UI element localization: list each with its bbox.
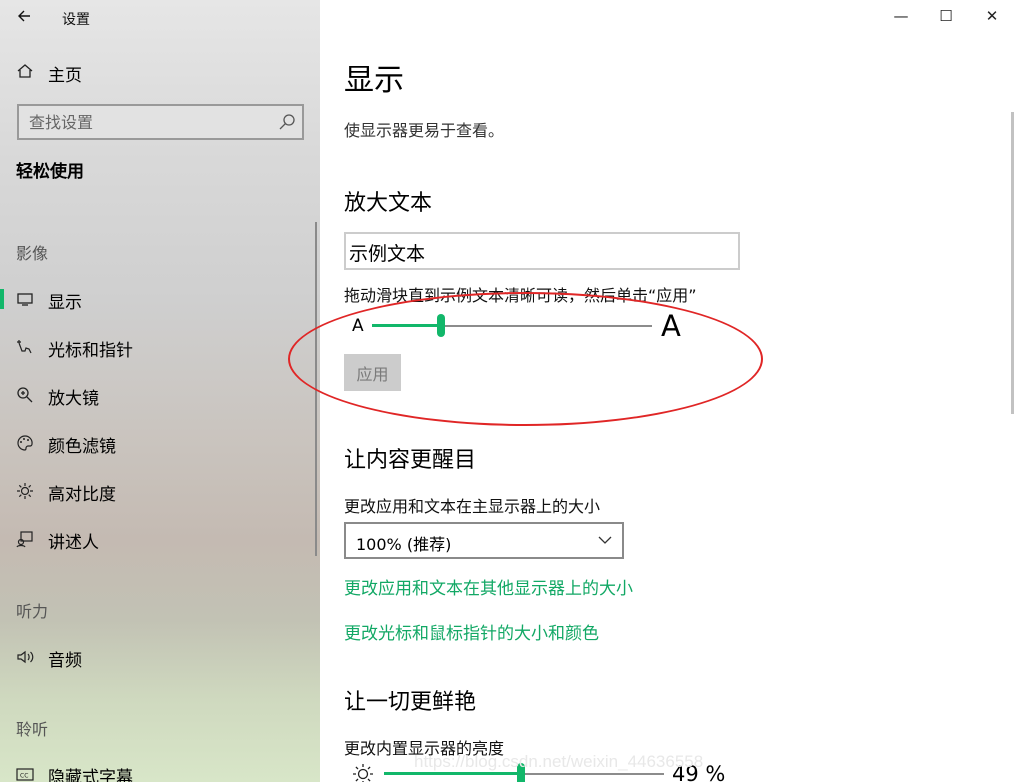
heading-make-brighter: 让一切更鲜艳 [344, 690, 477, 715]
narrator-icon [16, 531, 33, 548]
sun-contrast-icon [17, 483, 33, 499]
scale-dropdown[interactable]: 100% (推荐) [344, 522, 624, 559]
large-a-label: A [661, 309, 681, 343]
sidebar-item-label: 音频 [48, 651, 82, 671]
closed-captions-icon: CC [16, 768, 34, 781]
sidebar-item-label: 显示 [48, 293, 82, 313]
heading-enlarge-text: 放大文本 [344, 191, 433, 216]
sidebar-item-home[interactable]: 主页 [0, 54, 320, 90]
sidebar-scrollbar[interactable] [315, 222, 317, 556]
group-label-hearing: 听力 [16, 602, 49, 621]
minimize-button[interactable]: — [878, 0, 924, 32]
title-bar: 设置 [0, 0, 320, 38]
search-icon[interactable] [278, 113, 296, 131]
search-input[interactable] [19, 106, 269, 138]
sidebar: 设置 主页 轻松使用 影像 显示 光标和指针 放大镜 颜色滤镜 高对比度 讲述人… [0, 0, 320, 782]
active-indicator [0, 289, 4, 309]
speaker-icon [17, 650, 34, 664]
text-size-slider-fill [372, 324, 440, 327]
arrow-left-icon [18, 10, 30, 22]
scale-dropdown-value: 100% (推荐) [356, 535, 452, 554]
brightness-slider-fill [384, 772, 520, 775]
svg-text:CC: CC [20, 773, 28, 780]
magnifier-icon [17, 387, 33, 403]
sample-text-box: 示例文本 [344, 232, 740, 270]
sidebar-item-label: 光标和指针 [48, 341, 133, 361]
apply-button[interactable]: 应用 [344, 354, 401, 391]
search-field[interactable] [17, 104, 304, 140]
monitor-icon [17, 293, 33, 306]
sidebar-item-label: 放大镜 [48, 389, 99, 409]
maximize-button[interactable]: ☐ [923, 0, 969, 32]
main-panel: — ☐ ✕ 显示 使显示器更易于查看。 放大文本 示例文本 拖动滑块直到示例文本… [288, 0, 1015, 782]
sidebar-item-label: 颜色滤镜 [48, 437, 116, 457]
sidebar-item-cursor[interactable]: 光标和指针 [0, 327, 316, 367]
home-icon [17, 64, 33, 78]
slider-instruction: 拖动滑块直到示例文本清晰可读，然后单击“应用” [344, 286, 697, 305]
heading-make-bigger: 让内容更醒目 [344, 448, 477, 473]
main-scrollbar[interactable] [1011, 112, 1014, 414]
group-label-vision: 影像 [16, 244, 49, 263]
small-a-label: A [352, 316, 364, 336]
back-button[interactable] [12, 4, 36, 28]
sidebar-item-high-contrast[interactable]: 高对比度 [0, 471, 316, 511]
sample-text: 示例文本 [349, 243, 426, 265]
link-other-displays[interactable]: 更改应用和文本在其他显示器上的大小 [344, 574, 633, 599]
page-title: 显示 [344, 63, 404, 98]
scale-label: 更改应用和文本在主显示器上的大小 [344, 497, 601, 516]
sidebar-item-narrator[interactable]: 讲述人 [0, 519, 316, 559]
palette-icon [17, 435, 33, 451]
sidebar-item-label: 高对比度 [48, 485, 116, 505]
text-size-slider-thumb[interactable] [437, 314, 445, 337]
section-title: 轻松使用 [16, 162, 84, 182]
close-button[interactable]: ✕ [969, 0, 1015, 32]
sidebar-item-audio[interactable]: 音频 [0, 637, 316, 677]
page-subtitle: 使显示器更易于查看。 [344, 121, 505, 140]
sidebar-item-display[interactable]: 显示 [0, 279, 316, 319]
app-title: 设置 [62, 12, 90, 28]
cursor-hand-icon [17, 340, 32, 354]
chevron-down-icon [598, 536, 612, 544]
sidebar-item-label: 隐藏式字幕 [48, 768, 133, 782]
sidebar-item-magnifier[interactable]: 放大镜 [0, 375, 316, 415]
sidebar-item-closed-captions[interactable]: CC 隐藏式字幕 [0, 754, 316, 782]
watermark: https://blog.csdn.net/weixin_44636558 [414, 752, 704, 771]
brightness-sun-icon [353, 764, 373, 782]
group-label-interaction: 聆听 [16, 720, 49, 739]
sidebar-item-label: 讲述人 [48, 533, 99, 553]
sidebar-item-color-filters[interactable]: 颜色滤镜 [0, 423, 316, 463]
sidebar-item-label: 主页 [48, 66, 82, 86]
link-cursor-size[interactable]: 更改光标和鼠标指针的大小和颜色 [344, 619, 599, 644]
